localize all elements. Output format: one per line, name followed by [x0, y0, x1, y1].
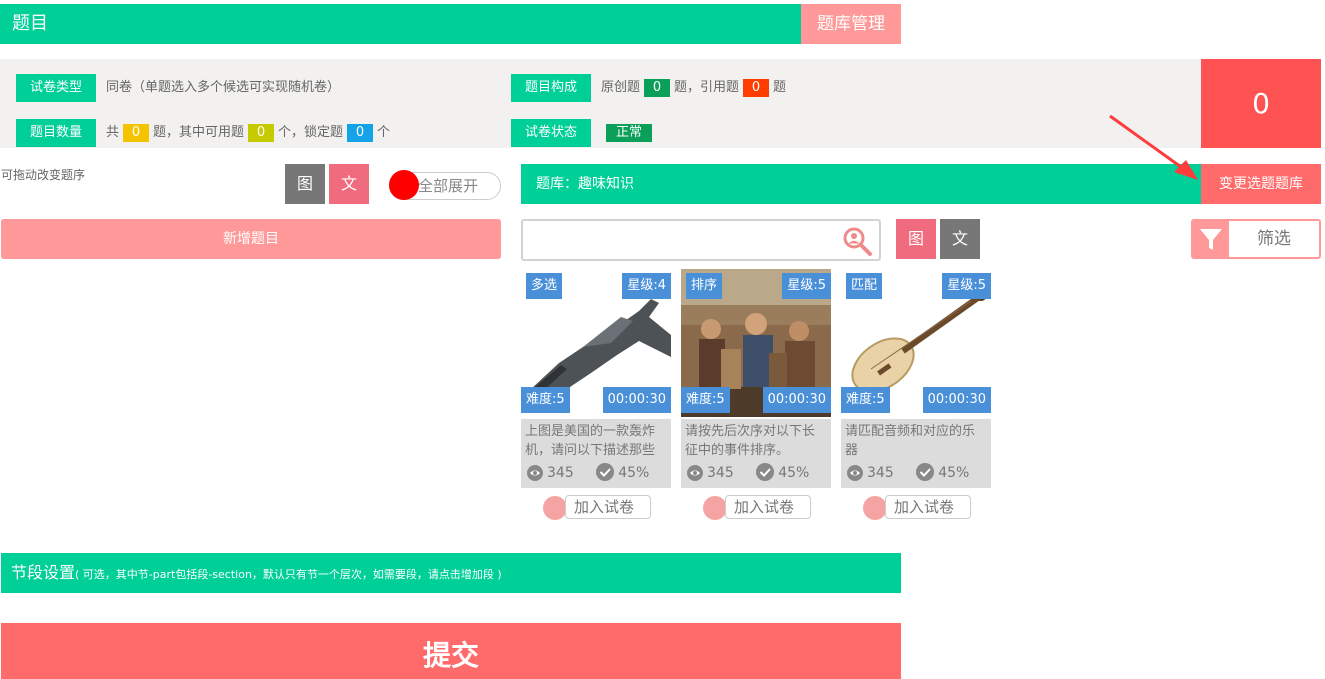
total-count-badge: 0 [123, 123, 150, 142]
correct-rate: 45% [778, 465, 810, 481]
search-icon[interactable] [841, 225, 873, 257]
original-label: 原创题 [601, 80, 641, 95]
check-icon [756, 463, 775, 481]
rate-stat: 45% [756, 463, 809, 483]
eye-icon [687, 465, 703, 481]
count-mid2-text: 个，锁定题 [278, 125, 344, 140]
status-badge: 正常 [606, 124, 653, 142]
bank-manage-button[interactable]: 题库管理 [801, 4, 901, 44]
views-stat: 345 [847, 464, 894, 483]
original-count-badge: 0 [644, 78, 671, 97]
bank-picture-mode-button[interactable]: 图 [896, 219, 936, 259]
question-card[interactable]: 匹配 星级:5 难度:5 00:00:30 请匹配音频和对应的乐器 345 45… [841, 269, 991, 520]
views-count: 345 [867, 465, 894, 481]
views-count: 345 [707, 465, 734, 481]
type-badge: 匹配 [846, 273, 883, 299]
question-card[interactable]: 多选 星级:4 难度:5 00:00:30 上图是美国的一款轰炸机，请问以下描述… [521, 269, 671, 520]
paper-status-label: 试卷状态 [511, 119, 591, 147]
total-number-box: 0 [1201, 59, 1321, 148]
card-stats: 345 45% [847, 463, 987, 483]
check-icon [596, 463, 615, 481]
card-stats: 345 45% [687, 463, 827, 483]
correct-rate: 45% [938, 465, 970, 481]
question-count-value: 共 0 题，其中可用题 0 个，锁定题 0 个 [106, 123, 390, 143]
section-subtitle: ( 可选，其中节-part包括段-section，默认只有节一个层次，如需要段，… [75, 568, 502, 581]
star-badge: 星级:5 [942, 273, 991, 299]
rate-stat: 45% [916, 463, 969, 483]
question-bank-title: 题库：趣味知识 [521, 164, 1201, 204]
locked-count-badge: 0 [347, 123, 374, 142]
paper-type-label: 试卷类型 [16, 74, 96, 102]
filter-icon [1193, 221, 1229, 257]
description-text: 请匹配音频和对应的乐器 [845, 424, 976, 458]
paper-type-value: 同卷（单题选入多个候选可实现随机卷） [106, 80, 341, 95]
drag-hint: 可拖动改变题序 [1, 168, 86, 182]
type-badge: 排序 [686, 273, 723, 299]
quote-suffix: 题 [773, 80, 787, 95]
count-suffix: 个 [377, 125, 391, 140]
text-mode-button[interactable]: 文 [329, 164, 369, 204]
views-count: 345 [547, 465, 574, 481]
time-badge: 00:00:30 [602, 387, 671, 413]
card-stats: 345 45% [527, 463, 667, 483]
search-input[interactable] [531, 222, 841, 258]
difficulty-badge: 难度:5 [681, 387, 730, 413]
views-stat: 345 [687, 464, 734, 483]
eye-icon [527, 465, 543, 481]
card-description: 请按先后次序对以下长征中的事件排序。 345 45% [681, 419, 831, 488]
description-text: 请按先后次序对以下长征中的事件排序。 [685, 424, 816, 458]
count-mid-text: 题，其中可用题 [153, 125, 245, 140]
search-box[interactable] [521, 219, 881, 261]
add-icon[interactable] [863, 496, 887, 520]
change-bank-button[interactable]: 变更选题题库 [1201, 164, 1321, 204]
question-count-label: 题目数量 [16, 119, 96, 147]
section-title: 节段设置 [11, 563, 76, 582]
count-prefix: 共 [106, 125, 120, 140]
paper-info-panel: 试卷类型 同卷（单题选入多个候选可实现随机卷） 题目数量 共 0 题，其中可用题 0 个… [0, 59, 1201, 148]
difficulty-badge: 难度:5 [841, 387, 890, 413]
submit-button[interactable]: 提交 [1, 623, 901, 679]
picture-mode-button[interactable]: 图 [285, 164, 325, 204]
question-card[interactable]: 排序 星级:5 难度:5 00:00:30 请按先后次序对以下长征中的事件排序。… [681, 269, 831, 520]
toggle-knob[interactable] [389, 170, 419, 200]
available-count-badge: 0 [248, 123, 275, 142]
bank-text-mode-button[interactable]: 文 [940, 219, 980, 259]
arrow-annotation-icon [1109, 114, 1198, 180]
star-badge: 星级:5 [782, 273, 831, 299]
check-icon [916, 463, 935, 481]
views-stat: 345 [527, 464, 574, 483]
correct-rate: 45% [618, 465, 650, 481]
time-badge: 00:00:30 [922, 387, 991, 413]
add-question-button[interactable]: 新增题目 [1, 219, 501, 259]
composition-value: 原创题 0 题，引用题 0 题 [601, 78, 786, 98]
quote-count-badge: 0 [743, 78, 770, 97]
quote-label: 题，引用题 [674, 80, 740, 95]
add-icon[interactable] [543, 496, 567, 520]
card-description: 上图是美国的一款轰炸机，请问以下描述那些 345 45% [521, 419, 671, 488]
filter-label: 筛选 [1257, 229, 1291, 249]
section-settings-bar[interactable]: 节段设置( 可选，其中节-part包括段-section，默认只有节一个层次，如… [1, 553, 901, 593]
add-icon[interactable] [703, 496, 727, 520]
composition-label: 题目构成 [511, 74, 591, 102]
add-to-paper-button[interactable]: 加入试卷 [565, 495, 651, 519]
card-description: 请匹配音频和对应的乐器 345 45% [841, 419, 991, 488]
rate-stat: 45% [596, 463, 649, 483]
time-badge: 00:00:30 [762, 387, 831, 413]
description-text: 上图是美国的一款轰炸机，请问以下描述那些 [525, 424, 656, 458]
add-to-paper-button[interactable]: 加入试卷 [885, 495, 971, 519]
filter-button[interactable]: 筛选 [1191, 219, 1321, 259]
add-to-paper-button[interactable]: 加入试卷 [725, 495, 811, 519]
star-badge: 星级:4 [622, 273, 671, 299]
difficulty-badge: 难度:5 [521, 387, 570, 413]
eye-icon [847, 465, 863, 481]
type-badge: 多选 [526, 273, 563, 299]
page-title: 题目 [0, 4, 801, 44]
